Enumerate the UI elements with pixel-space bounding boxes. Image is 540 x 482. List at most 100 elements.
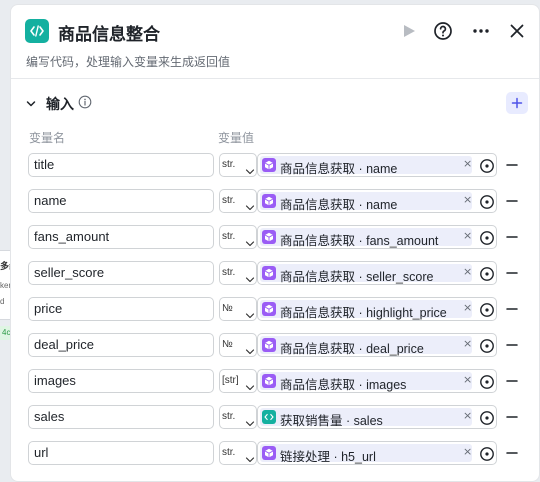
variable-name-input[interactable]: deal_price — [28, 333, 214, 357]
remove-variable-button[interactable] — [505, 266, 519, 280]
minus-icon — [506, 308, 518, 310]
input-variable-row: price № 商品信息获取 · highlight_price × — [11, 297, 539, 321]
panel-header: 商品信息整合 编写代码，处理输入变量来生成返回值 — [11, 5, 539, 79]
variable-type-label: № — [222, 303, 233, 314]
reference-tag[interactable]: 商品信息获取 · images × — [260, 372, 472, 392]
input-variable-row: url str. 链接处理 · h5_url × — [11, 441, 539, 465]
chevron-down-icon — [245, 379, 255, 397]
variable-value-reference[interactable]: 商品信息获取 · deal_price × — [257, 333, 497, 357]
variable-name-input[interactable]: title — [28, 153, 214, 177]
chevron-down-icon — [245, 307, 255, 325]
reference-tag[interactable]: 商品信息获取 · name × — [260, 192, 472, 212]
reference-tag[interactable]: 商品信息获取 · seller_score × — [260, 264, 472, 284]
reference-tag[interactable]: 获取销售量 · sales × — [260, 408, 472, 428]
variable-type-select[interactable]: str. — [219, 153, 257, 177]
remove-reference-icon[interactable]: × — [463, 409, 472, 422]
reference-text: 获取销售量 · sales — [280, 414, 383, 428]
remove-reference-icon[interactable]: × — [463, 301, 472, 314]
page-title[interactable]: 商品信息整合 — [58, 20, 160, 45]
variable-value-reference[interactable]: 商品信息获取 · images × — [257, 369, 497, 393]
reference-tag[interactable]: 商品信息获取 · highlight_price × — [260, 300, 472, 320]
minus-icon — [506, 416, 518, 418]
remove-variable-button[interactable] — [505, 158, 519, 172]
variable-name-input[interactable]: images — [28, 369, 214, 393]
cube-icon — [262, 302, 276, 316]
variable-name-input[interactable]: name — [28, 189, 214, 213]
chevron-down-icon — [245, 451, 255, 469]
remove-reference-icon[interactable]: × — [463, 193, 472, 206]
more-icon[interactable] — [469, 19, 493, 43]
remove-variable-button[interactable] — [505, 446, 519, 460]
variable-value-reference[interactable]: 获取销售量 · sales × — [257, 405, 497, 429]
target-icon[interactable] — [479, 302, 495, 323]
reference-tag[interactable]: 商品信息获取 · name × — [260, 156, 472, 176]
variable-type-label: str. — [222, 159, 236, 170]
variable-type-select[interactable]: str. — [219, 225, 257, 249]
remove-variable-button[interactable] — [505, 230, 519, 244]
remove-variable-button[interactable] — [505, 338, 519, 352]
target-icon[interactable] — [479, 338, 495, 359]
variable-name-input[interactable]: url — [28, 441, 214, 465]
minus-icon — [506, 272, 518, 274]
play-icon[interactable] — [397, 19, 421, 43]
remove-reference-icon[interactable]: × — [463, 157, 472, 170]
variable-name-input[interactable]: price — [28, 297, 214, 321]
chevron-down-icon — [245, 235, 255, 253]
variable-type-select[interactable]: [str] — [219, 369, 257, 393]
remove-variable-button[interactable] — [505, 194, 519, 208]
remove-reference-icon[interactable]: × — [463, 337, 472, 350]
close-icon[interactable] — [505, 19, 529, 43]
variable-type-select[interactable]: str. — [219, 261, 257, 285]
target-icon[interactable] — [479, 266, 495, 287]
variable-type-select[interactable]: № — [219, 333, 257, 357]
variable-type-label: [str] — [222, 375, 239, 386]
variable-type-select[interactable]: str. — [219, 441, 257, 465]
add-variable-button[interactable] — [506, 92, 528, 114]
variable-value-reference[interactable]: 商品信息获取 · name × — [257, 153, 497, 177]
remove-reference-icon[interactable]: × — [463, 229, 472, 242]
help-icon[interactable] — [431, 19, 455, 43]
target-icon[interactable] — [479, 374, 495, 395]
target-icon[interactable] — [479, 230, 495, 251]
variable-value-reference[interactable]: 商品信息获取 · fans_amount × — [257, 225, 497, 249]
reference-text: 商品信息获取 · images — [280, 378, 407, 392]
target-icon[interactable] — [479, 446, 495, 467]
input-section-title: 输入 — [46, 96, 74, 112]
column-header-value: 变量值 — [218, 131, 255, 145]
variable-name-input[interactable]: sales — [28, 405, 214, 429]
cube-icon — [262, 158, 276, 172]
minus-icon — [506, 344, 518, 346]
remove-reference-icon[interactable]: × — [463, 265, 472, 278]
remove-variable-button[interactable] — [505, 302, 519, 316]
input-variable-row: title str. 商品信息获取 · name × — [11, 153, 539, 177]
variable-type-select[interactable]: str. — [219, 189, 257, 213]
variable-type-select[interactable]: № — [219, 297, 257, 321]
minus-icon — [506, 236, 518, 238]
minus-icon — [506, 200, 518, 202]
variable-value-reference[interactable]: 商品信息获取 · highlight_price × — [257, 297, 497, 321]
reference-tag[interactable]: 商品信息获取 · deal_price × — [260, 336, 472, 356]
reference-tag[interactable]: 链接处理 · h5_url × — [260, 444, 472, 464]
node-description[interactable]: 编写代码，处理输入变量来生成返回值 — [26, 53, 230, 70]
variable-name-input[interactable]: fans_amount — [28, 225, 214, 249]
chevron-down-icon[interactable] — [25, 97, 37, 115]
target-icon[interactable] — [479, 158, 495, 179]
chevron-down-icon — [245, 415, 255, 433]
remove-variable-button[interactable] — [505, 374, 519, 388]
variable-value-reference[interactable]: 链接处理 · h5_url × — [257, 441, 497, 465]
remove-reference-icon[interactable]: × — [463, 373, 472, 386]
reference-text: 商品信息获取 · fans_amount — [280, 234, 439, 248]
variable-name-input[interactable]: seller_score — [28, 261, 214, 285]
target-icon[interactable] — [479, 194, 495, 215]
info-icon[interactable] — [78, 95, 92, 114]
code-icon — [25, 19, 49, 43]
variable-type-select[interactable]: str. — [219, 405, 257, 429]
remove-variable-button[interactable] — [505, 410, 519, 424]
target-icon[interactable] — [479, 410, 495, 431]
cube-icon — [262, 446, 276, 460]
variable-value-reference[interactable]: 商品信息获取 · seller_score × — [257, 261, 497, 285]
remove-reference-icon[interactable]: × — [463, 445, 472, 458]
reference-tag[interactable]: 商品信息获取 · fans_amount × — [260, 228, 472, 248]
chevron-down-icon — [245, 343, 255, 361]
variable-value-reference[interactable]: 商品信息获取 · name × — [257, 189, 497, 213]
